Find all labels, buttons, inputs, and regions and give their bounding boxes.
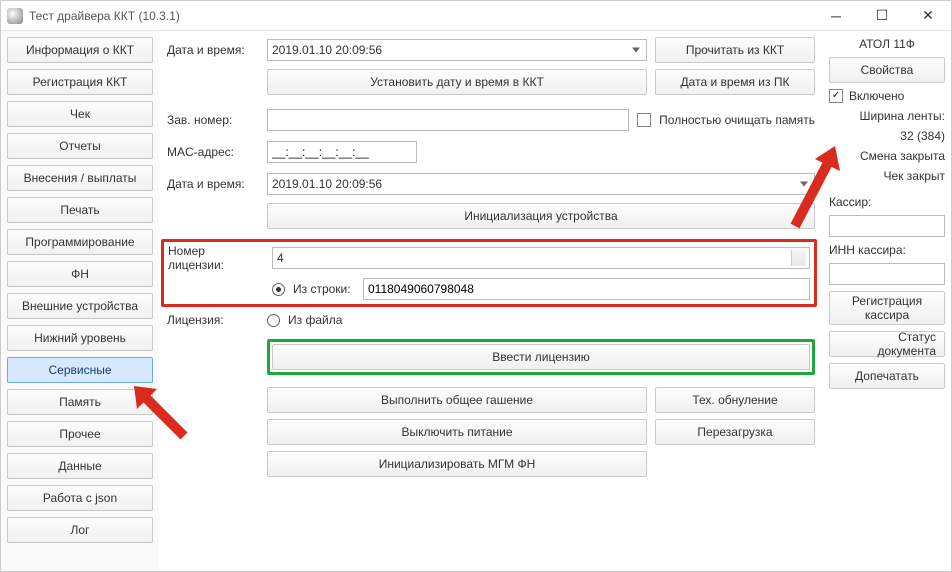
print-more-button[interactable]: Допечатать bbox=[829, 363, 945, 389]
enabled-label: Включено bbox=[849, 89, 904, 103]
datetime2-select[interactable]: 2019.01.10 20:09:56 bbox=[267, 173, 815, 195]
datetime-from-pc-button[interactable]: Дата и время из ПК bbox=[655, 69, 815, 95]
read-from-kkt-button[interactable]: Прочитать из ККТ bbox=[655, 37, 815, 63]
datetime-value: 2019.01.10 20:09:56 bbox=[272, 43, 382, 57]
maximize-button[interactable]: ☐ bbox=[859, 1, 905, 31]
properties-button[interactable]: Свойства bbox=[829, 57, 945, 83]
tech-reset-button[interactable]: Тех. обнуление bbox=[655, 387, 815, 413]
from-file-radio[interactable] bbox=[267, 314, 280, 327]
serial-input[interactable] bbox=[267, 109, 629, 131]
cashier-label: Кассир: bbox=[829, 195, 945, 209]
enabled-checkbox[interactable] bbox=[829, 89, 843, 103]
serial-label: Зав. номер: bbox=[167, 113, 259, 127]
datetime2-value: 2019.01.10 20:09:56 bbox=[272, 177, 382, 191]
close-button[interactable]: ✕ bbox=[905, 1, 951, 31]
sidebar-item-external[interactable]: Внешние устройства bbox=[7, 293, 153, 319]
init-device-button[interactable]: Инициализация устройства bbox=[267, 203, 815, 229]
enter-license-button[interactable]: Ввести лицензию bbox=[272, 344, 810, 370]
datetime-label: Дата и время: bbox=[167, 43, 259, 57]
cashier-inn-label: ИНН кассира: bbox=[829, 243, 945, 257]
sidebar-item-print[interactable]: Печать bbox=[7, 197, 153, 223]
tape-width-value: 32 (384) bbox=[829, 129, 945, 143]
set-datetime-kkt-button[interactable]: Установить дату и время в ККТ bbox=[267, 69, 647, 95]
license-label: Лицензия: bbox=[167, 313, 259, 327]
license-highlight: Номер лицензии: 4 Из строки: bbox=[161, 239, 817, 307]
enter-license-highlight: Ввести лицензию bbox=[267, 339, 815, 375]
sidebar-item-memory[interactable]: Память bbox=[7, 389, 153, 415]
fullclear-label: Полностью очищать память bbox=[659, 113, 815, 127]
device-name: АТОЛ 11Ф bbox=[829, 37, 945, 51]
sidebar-item-misc[interactable]: Прочее bbox=[7, 421, 153, 447]
tape-width-label: Ширина ленты: bbox=[829, 109, 945, 123]
sidebar: Информация о ККТ Регистрация ККТ Чек Отч… bbox=[1, 31, 159, 571]
shift-status: Смена закрыта bbox=[829, 149, 945, 163]
from-string-label: Из строки: bbox=[293, 282, 355, 296]
from-file-label: Из файла bbox=[288, 313, 342, 327]
cashier-inn-input[interactable] bbox=[829, 263, 945, 285]
full-clear-button[interactable]: Выполнить общее гашение bbox=[267, 387, 647, 413]
main-panel: Дата и время: 2019.01.10 20:09:56 Прочит… bbox=[159, 31, 823, 571]
mac-input[interactable] bbox=[267, 141, 417, 163]
doc-status-button[interactable]: Статус документа bbox=[829, 331, 945, 357]
sidebar-item-fn[interactable]: ФН bbox=[7, 261, 153, 287]
register-cashier-button[interactable]: Регистрация кассира bbox=[829, 291, 945, 325]
minimize-button[interactable]: ─ bbox=[813, 1, 859, 31]
sidebar-item-programming[interactable]: Программирование bbox=[7, 229, 153, 255]
reboot-button[interactable]: Перезагрузка bbox=[655, 419, 815, 445]
sidebar-item-json[interactable]: Работа с json bbox=[7, 485, 153, 511]
datetime2-label: Дата и время: bbox=[167, 177, 259, 191]
init-mgm-button[interactable]: Инициализировать МГМ ФН bbox=[267, 451, 647, 477]
sidebar-item-log[interactable]: Лог bbox=[7, 517, 153, 543]
sidebar-item-service[interactable]: Сервисные bbox=[7, 357, 153, 383]
sidebar-item-lowlevel[interactable]: Нижний уровень bbox=[7, 325, 153, 351]
sidebar-item-registration[interactable]: Регистрация ККТ bbox=[7, 69, 153, 95]
sidebar-item-info[interactable]: Информация о ККТ bbox=[7, 37, 153, 63]
sidebar-item-check[interactable]: Чек bbox=[7, 101, 153, 127]
app-icon bbox=[7, 8, 23, 24]
power-off-button[interactable]: Выключить питание bbox=[267, 419, 647, 445]
mac-label: MAC-адрес: bbox=[167, 145, 259, 159]
check-status: Чек закрыт bbox=[829, 169, 945, 183]
license-no-label: Номер лицензии: bbox=[168, 244, 264, 272]
datetime-select[interactable]: 2019.01.10 20:09:56 bbox=[267, 39, 647, 61]
from-string-input[interactable] bbox=[363, 278, 810, 300]
fullclear-checkbox[interactable] bbox=[637, 113, 651, 127]
license-no-input[interactable]: 4 bbox=[272, 247, 810, 269]
sidebar-item-reports[interactable]: Отчеты bbox=[7, 133, 153, 159]
cashier-input[interactable] bbox=[829, 215, 945, 237]
sidebar-item-data[interactable]: Данные bbox=[7, 453, 153, 479]
sidebar-item-deposits[interactable]: Внесения / выплаты bbox=[7, 165, 153, 191]
titlebar: Тест драйвера ККТ (10.3.1) ─ ☐ ✕ bbox=[1, 1, 951, 31]
window-title: Тест драйвера ККТ (10.3.1) bbox=[29, 9, 180, 23]
from-string-radio[interactable] bbox=[272, 283, 285, 296]
right-panel: АТОЛ 11Ф Свойства Включено Ширина ленты:… bbox=[823, 31, 951, 571]
